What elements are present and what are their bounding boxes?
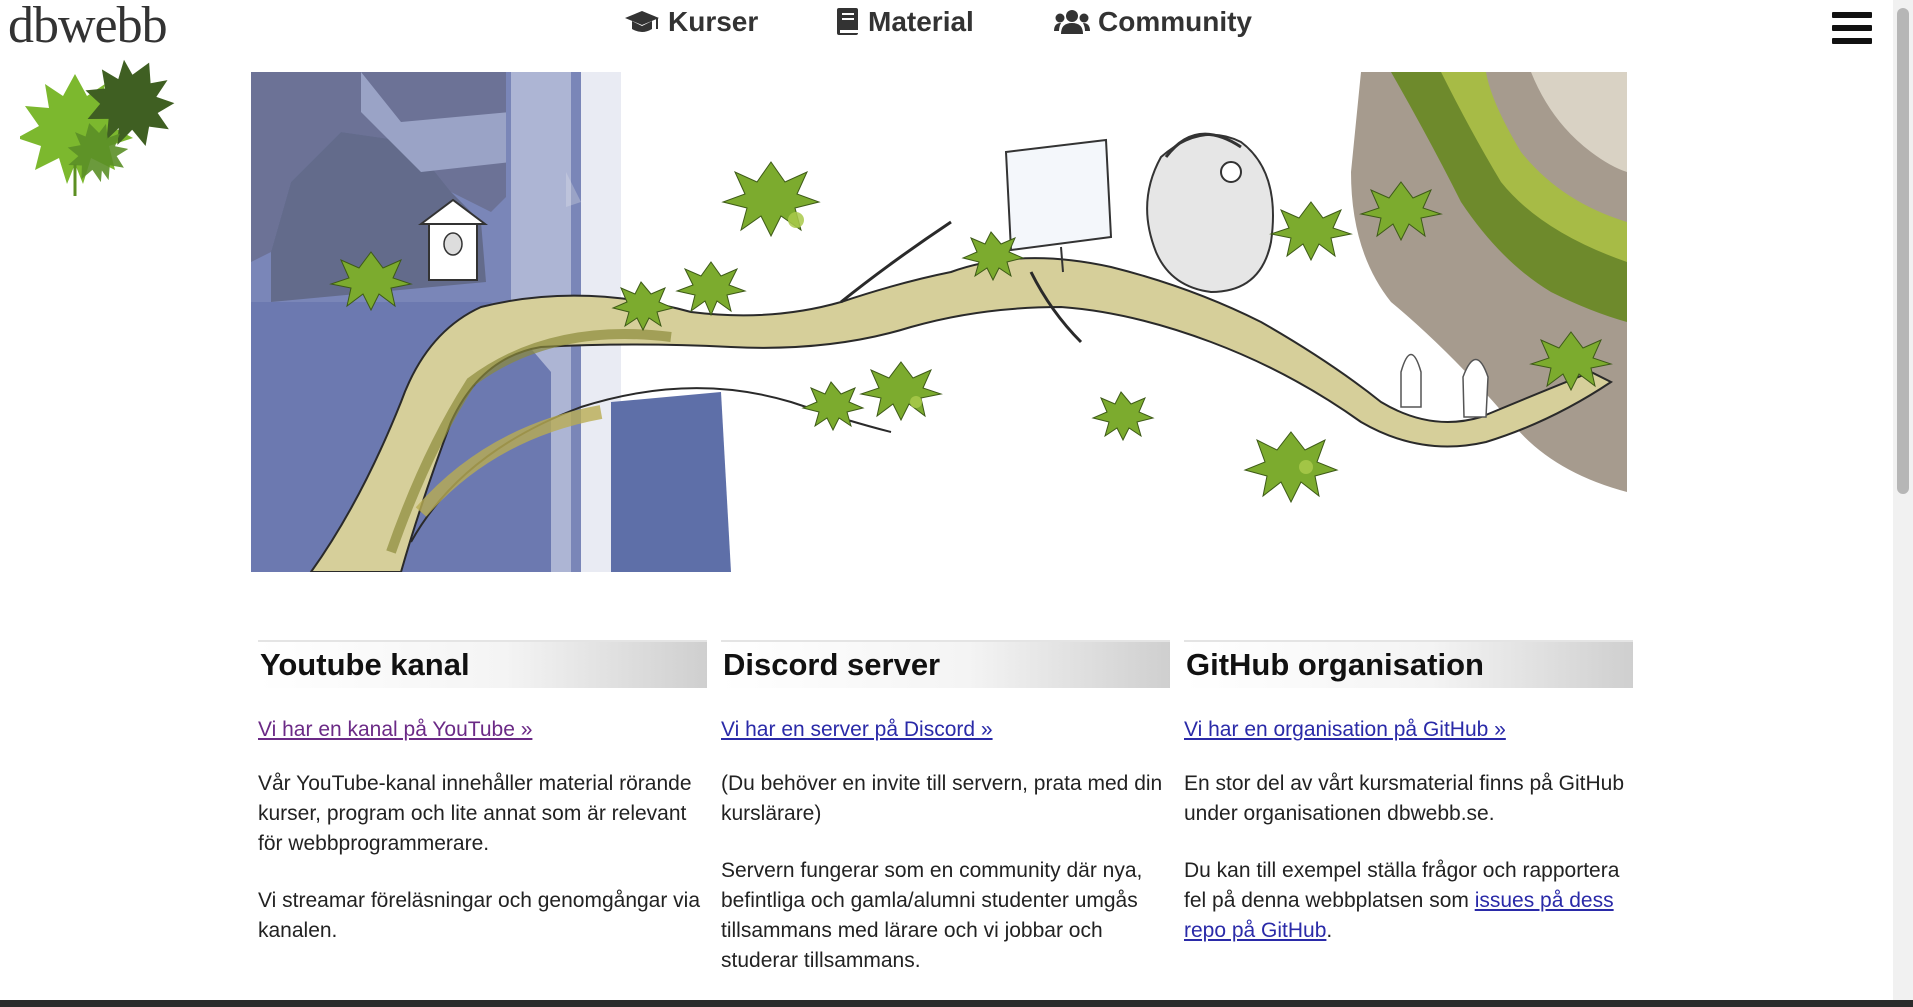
github-paragraph: En stor del av vårt kursmaterial finns p… — [1184, 772, 1625, 825]
hamburger-line — [1832, 38, 1872, 44]
hamburger-menu-icon[interactable] — [1832, 12, 1872, 48]
window-bottom-edge — [0, 1000, 1913, 1007]
nav-community-label: Community — [1098, 6, 1252, 37]
youtube-link[interactable]: Vi har en kanal på YouTube » — [258, 718, 532, 742]
main-nav: Kurser Material Community — [0, 0, 1913, 50]
nav-kurser-label: Kurser — [668, 6, 759, 37]
discord-heading: Discord server — [721, 640, 1170, 688]
github-paragraph-end: . — [1326, 919, 1333, 942]
vertical-scrollbar[interactable] — [1893, 0, 1913, 1000]
youtube-paragraph: Vi streamar föreläsningar och genomgånga… — [258, 889, 701, 942]
hamburger-line — [1832, 25, 1872, 31]
hero-illustration — [251, 72, 1627, 572]
discord-section: Discord server Vi har en server på Disco… — [721, 640, 1170, 976]
tree-illustration — [251, 72, 1627, 572]
users-icon — [1054, 10, 1090, 34]
discord-paragraph: Servern fungerar som en community där ny… — [721, 859, 1143, 972]
youtube-heading: Youtube kanal — [258, 640, 707, 688]
discord-paragraph: (Du behöver en invite till servern, prat… — [721, 772, 1163, 825]
nav-material[interactable]: Material — [836, 6, 974, 38]
hamburger-line — [1832, 12, 1872, 18]
graduation-cap-icon — [625, 11, 659, 32]
youtube-section: Youtube kanal Vi har en kanal på YouTube… — [258, 640, 707, 946]
youtube-paragraph: Vår YouTube-kanal innehåller material rö… — [258, 772, 692, 855]
github-link[interactable]: Vi har en organisation på GitHub » — [1184, 718, 1506, 742]
github-heading: GitHub organisation — [1184, 640, 1633, 688]
scrollbar-thumb[interactable] — [1897, 8, 1909, 494]
nav-material-label: Material — [868, 6, 974, 37]
github-paragraph: Du kan till exempel ställa frågor och ra… — [1184, 856, 1633, 946]
github-section: GitHub organisation Vi har en organisati… — [1184, 640, 1633, 946]
discord-link[interactable]: Vi har en server på Discord » — [721, 718, 993, 742]
nav-kurser[interactable]: Kurser — [624, 6, 758, 38]
page: dbwebb Kurser Material Community Youtube… — [0, 0, 1913, 1007]
nav-community[interactable]: Community — [1054, 6, 1252, 38]
maple-leaf-icon[interactable] — [20, 56, 190, 206]
book-icon — [837, 8, 858, 35]
